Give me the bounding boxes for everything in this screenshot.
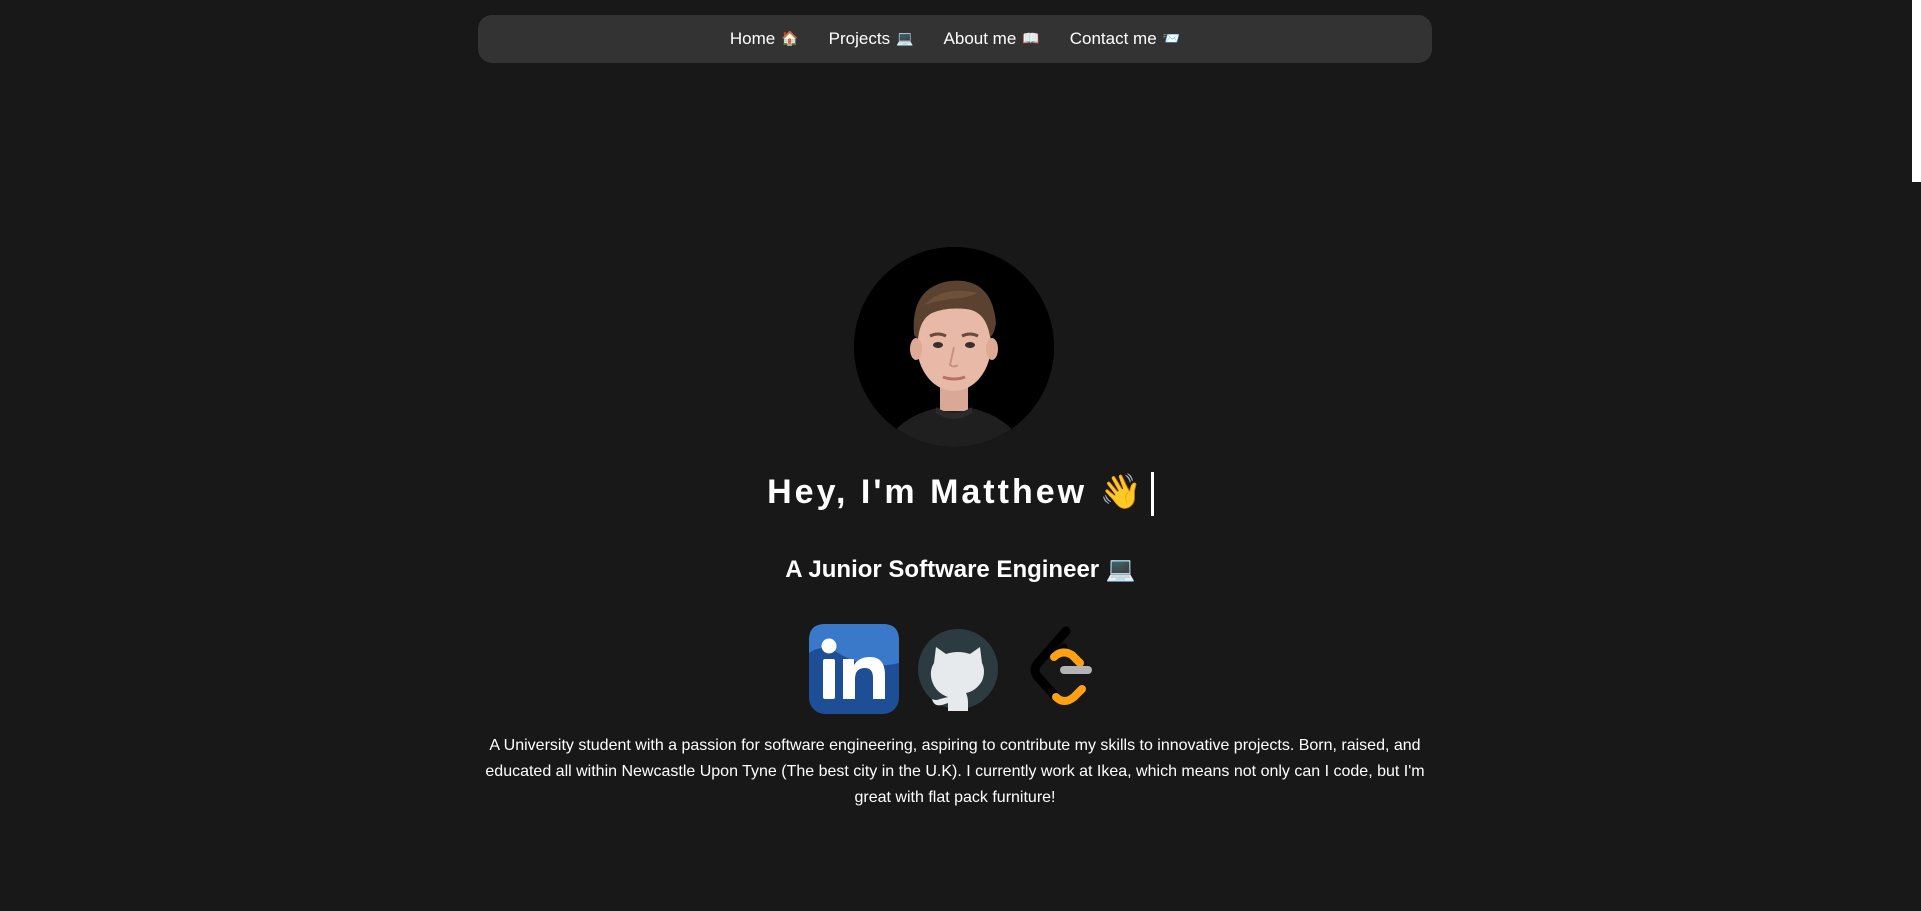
hero-bio: A University student with a passion for … [485,737,1425,806]
github-link[interactable] [912,623,1004,715]
scrollbar-thumb[interactable] [1912,0,1921,182]
nav-projects-link[interactable]: Projects 💻 [829,29,914,49]
greeting-text: Hey, I'm Matthew 👋 [767,473,1145,511]
leetcode-link[interactable] [1016,623,1108,715]
page: Home 🏠 Projects 💻 About me 📖 Contact me … [0,0,1921,911]
house-icon: 🏠 [781,31,799,47]
nav-about-link[interactable]: About me 📖 [944,29,1040,49]
github-icon [918,629,998,711]
nav-projects-label: Projects [828,29,891,48]
nav-home-link[interactable]: Home 🏠 [730,29,799,49]
book-icon: 📖 [1022,31,1040,47]
linkedin-icon [809,624,899,714]
nav-contact-label: Contact me [1069,29,1157,48]
nav-about-label: About me [943,29,1017,48]
hero-subtitle: A Junior Software Engineer 💻 [785,556,1136,583]
nav-contact-link[interactable]: Contact me 📨 [1070,29,1180,49]
hero-greeting: Hey, I'm Matthew 👋 [0,468,1921,517]
laptop-icon: 💻 [896,31,914,47]
profile-avatar [854,247,1054,447]
envelope-icon: 📨 [1162,31,1181,47]
leetcode-icon [1030,626,1092,705]
linkedin-link[interactable] [808,623,900,715]
navbar: Home 🏠 Projects 💻 About me 📖 Contact me … [478,15,1432,63]
typing-cursor [1150,472,1154,517]
social-links [808,623,1100,715]
nav-home-label: Home [729,29,776,48]
